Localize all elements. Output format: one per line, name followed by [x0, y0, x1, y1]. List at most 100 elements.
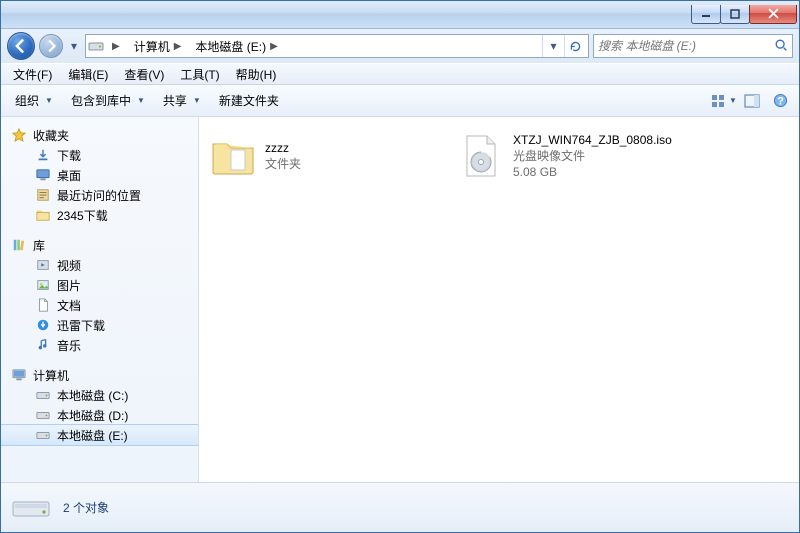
tree-head-favorites[interactable]: 收藏夹: [1, 125, 198, 145]
tree-item-desktop[interactable]: 桌面: [1, 165, 198, 185]
chevron-down-icon: ▼: [137, 96, 145, 105]
tree-item-documents[interactable]: 文档: [1, 295, 198, 315]
breadcrumb-root[interactable]: ▶: [106, 35, 126, 57]
details-summary: 2 个对象: [63, 499, 109, 516]
tree-label: 文档: [57, 297, 81, 314]
tree-label: 本地磁盘 (C:): [57, 387, 128, 404]
chevron-right-icon: ▶: [112, 41, 120, 52]
tree-item-music[interactable]: 音乐: [1, 335, 198, 355]
tree-item-drive-e[interactable]: 本地磁盘 (E:): [1, 425, 198, 445]
tree-item-videos[interactable]: 视频: [1, 255, 198, 275]
nav-history-dropdown[interactable]: ▾: [67, 35, 81, 57]
nav-pane[interactable]: 收藏夹 下载 桌面 最近访问的位置 2345下载 库 视频 图片 文档 迅雷下载…: [1, 117, 199, 482]
file-type: 光盘映像文件: [513, 148, 672, 164]
tree-item-recent[interactable]: 最近访问的位置: [1, 185, 198, 205]
tree-item-downloads[interactable]: 下载: [1, 145, 198, 165]
file-name: zzzz: [265, 140, 301, 156]
menu-view[interactable]: 查看(V): [116, 64, 172, 84]
search-icon: [774, 38, 788, 55]
address-bar[interactable]: ▶ 计算机 ▶ 本地磁盘 (E:) ▶ ▾: [85, 34, 589, 58]
chevron-down-icon: ▼: [729, 96, 737, 105]
document-icon: [35, 297, 51, 313]
tree-label: 计算机: [33, 367, 69, 384]
breadcrumb-label: 本地磁盘 (E:): [195, 38, 266, 55]
menu-edit[interactable]: 编辑(E): [60, 64, 116, 84]
tree-favorites: 收藏夹 下载 桌面 最近访问的位置 2345下载: [1, 123, 198, 233]
file-name: XTZJ_WIN764_ZJB_0808.iso: [513, 132, 672, 148]
tree-libraries: 库 视频 图片 文档 迅雷下载 音乐: [1, 233, 198, 363]
menu-help[interactable]: 帮助(H): [228, 64, 285, 84]
tree-head-computer[interactable]: 计算机: [1, 365, 198, 385]
preview-pane-button[interactable]: [739, 89, 765, 113]
view-options-button[interactable]: ▼: [711, 89, 737, 113]
tree-item-2345-downloads[interactable]: 2345下载: [1, 205, 198, 225]
nav-forward-button[interactable]: [39, 34, 63, 58]
xunlei-icon: [35, 317, 51, 333]
window-controls: [692, 6, 797, 24]
tree-label: 迅雷下载: [57, 317, 105, 334]
chevron-right-icon: ▶: [270, 41, 278, 52]
file-item-iso[interactable]: XTZJ_WIN764_ZJB_0808.iso 光盘映像文件 5.08 GB: [455, 127, 695, 185]
libraries-icon: [11, 237, 27, 253]
tree-item-xunlei-downloads[interactable]: 迅雷下载: [1, 315, 198, 335]
menubar: 文件(F) 编辑(E) 查看(V) 工具(T) 帮助(H): [1, 63, 799, 85]
minimize-button[interactable]: [691, 5, 721, 24]
breadcrumb-drive-e[interactable]: 本地磁盘 (E:) ▶: [189, 35, 283, 57]
search-input[interactable]: [598, 39, 770, 53]
tree-item-pictures[interactable]: 图片: [1, 275, 198, 295]
refresh-button[interactable]: [564, 35, 586, 57]
drive-icon: [35, 407, 51, 423]
help-button[interactable]: ?: [767, 89, 793, 113]
drive-icon: [35, 387, 51, 403]
breadcrumb-computer[interactable]: 计算机 ▶: [128, 35, 188, 57]
maximize-button[interactable]: [720, 5, 750, 24]
toolbar-label: 共享: [163, 92, 187, 109]
music-icon: [35, 337, 51, 353]
address-dropdown-button[interactable]: ▾: [542, 35, 564, 57]
close-button[interactable]: [749, 5, 797, 24]
tree-computer: 计算机 本地磁盘 (C:) 本地磁盘 (D:) 本地磁盘 (E:): [1, 363, 198, 453]
new-folder-button[interactable]: 新建文件夹: [211, 89, 287, 113]
tree-label: 图片: [57, 277, 81, 294]
share-button[interactable]: 共享▼: [155, 89, 209, 113]
drive-icon: [35, 427, 51, 443]
nav-back-button[interactable]: [7, 32, 35, 60]
tree-label: 库: [33, 237, 45, 254]
file-item-folder[interactable]: zzzz 文件夹: [207, 127, 447, 185]
include-in-library-button[interactable]: 包含到库中 ▼: [63, 89, 153, 113]
organize-button[interactable]: 组织▼: [7, 89, 61, 113]
star-icon: [11, 127, 27, 143]
menu-file[interactable]: 文件(F): [5, 64, 60, 84]
toolbar-label: 包含到库中: [71, 92, 131, 109]
search-box[interactable]: [593, 34, 793, 58]
explorer-window: ▾ ▶ 计算机 ▶ 本地磁盘 (E:) ▶ ▾: [0, 0, 800, 533]
body: 收藏夹 下载 桌面 最近访问的位置 2345下载 库 视频 图片 文档 迅雷下载…: [1, 117, 799, 482]
tree-label: 本地磁盘 (E:): [57, 427, 128, 444]
video-icon: [35, 257, 51, 273]
titlebar: [1, 1, 799, 29]
tree-label: 下载: [57, 147, 81, 164]
tree-label: 桌面: [57, 167, 81, 184]
picture-icon: [35, 277, 51, 293]
tree-label: 2345下载: [57, 207, 108, 224]
tree-label: 本地磁盘 (D:): [57, 407, 128, 424]
toolbar: 组织▼ 包含到库中 ▼ 共享▼ 新建文件夹 ▼ ?: [1, 85, 799, 117]
tree-head-libraries[interactable]: 库: [1, 235, 198, 255]
toolbar-label: 新建文件夹: [219, 92, 279, 109]
tree-item-drive-d[interactable]: 本地磁盘 (D:): [1, 405, 198, 425]
file-size: 5.08 GB: [513, 164, 672, 180]
drive-icon: [88, 38, 104, 54]
tree-label: 最近访问的位置: [57, 187, 141, 204]
menu-tools[interactable]: 工具(T): [172, 64, 227, 84]
drive-icon: [11, 488, 51, 528]
file-list[interactable]: zzzz 文件夹 XTZJ_WIN764_ZJB_0808: [199, 117, 799, 482]
computer-icon: [11, 367, 27, 383]
addressbar-buttons: ▾: [542, 35, 586, 57]
tree-item-drive-c[interactable]: 本地磁盘 (C:): [1, 385, 198, 405]
tree-label: 音乐: [57, 337, 81, 354]
svg-text:?: ?: [777, 95, 784, 107]
tree-label: 视频: [57, 257, 81, 274]
desktop-icon: [35, 167, 51, 183]
breadcrumb-label: 计算机: [134, 38, 170, 55]
details-pane: 2 个对象: [1, 482, 799, 532]
